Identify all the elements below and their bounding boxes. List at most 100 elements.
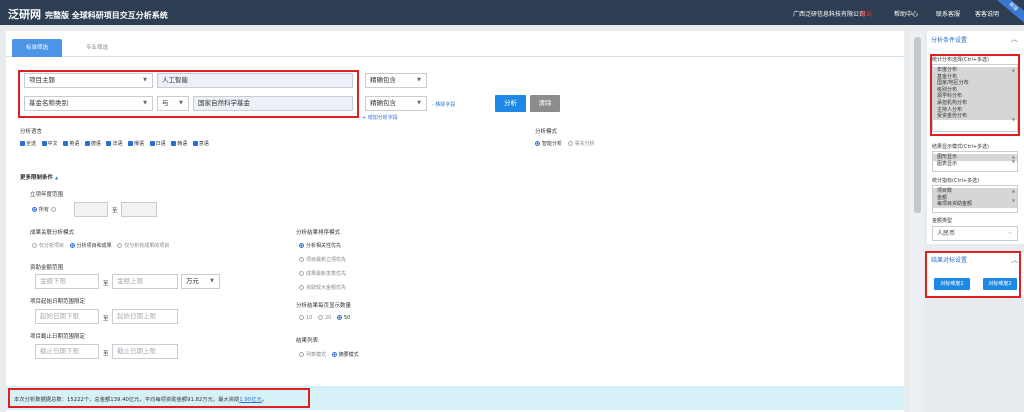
help-center-link[interactable]: 帮助中心 (894, 9, 918, 18)
funding-lower-input[interactable]: 金额下限 (35, 274, 99, 289)
year-to-input[interactable] (121, 202, 157, 217)
analysis-settings-title: 分析条件设置 (931, 37, 968, 44)
year-from-input[interactable] (74, 202, 108, 217)
end-date-lower-input[interactable]: 截止日期下限 (35, 344, 99, 359)
app-logo[interactable]: 泛研网 完整版 全球科研项目交互分析系统 (8, 6, 168, 22)
list-mode-radios: 列表模式 摘要模式 (299, 351, 363, 358)
lang-option-de[interactable]: 德语 (84, 141, 101, 147)
radio-selected-icon (331, 352, 337, 357)
result-option-with-output[interactable]: 仅分析有成果的项目 (117, 243, 169, 249)
radio-selected-icon (535, 141, 540, 146)
end-date-to-label: 至 (103, 351, 109, 357)
start-date-upper-input[interactable]: 起始日期上限 (112, 309, 178, 324)
remove-field-link[interactable]: - 移除字段 (432, 101, 455, 108)
per-page-option-50[interactable]: 50 (336, 315, 350, 321)
lang-option-all[interactable]: 全选 (20, 141, 36, 147)
mode-option-fact[interactable]: 事实分析 (567, 141, 595, 147)
radio-icon (299, 315, 304, 320)
sort-option-newest-output[interactable]: 成果最新发表优先 (299, 270, 346, 277)
filter-highlight-box (18, 70, 359, 118)
match-select-2[interactable]: 精确包含 ▼ (365, 96, 427, 111)
list-item[interactable]: 每项目资助金额 (933, 201, 1017, 208)
radio-icon (317, 315, 323, 320)
more-conditions-toggle[interactable]: 更多限制条件 ▲ (20, 173, 58, 181)
lang-option-en[interactable]: 英语 (63, 141, 79, 147)
radio-icon (299, 285, 304, 290)
list-item[interactable]: 图表显示 (933, 161, 1017, 168)
currency-select[interactable]: 人民币 ⌵ (932, 226, 1018, 241)
radio-icon (299, 271, 304, 276)
lang-option-ru[interactable]: 俄语 (128, 141, 144, 147)
radio-icon (50, 207, 56, 212)
checkbox-checked-icon (84, 141, 90, 146)
radio-icon (117, 243, 123, 248)
mode-option-smart[interactable]: 智能分析 (535, 141, 562, 147)
add-field-link[interactable]: + 增加分析字段 (362, 114, 398, 121)
checkbox-checked-icon (192, 141, 198, 146)
funding-upper-input[interactable]: 金额上限 (112, 274, 178, 289)
result-option-project-and-output[interactable]: 分析项目和成果 (69, 243, 112, 249)
brand-name: 泛研网 (8, 8, 41, 21)
max-funding-link[interactable]: 1.90亿元 (239, 397, 261, 403)
tab-professional-filter[interactable]: 专业筛选 (72, 39, 122, 57)
main-panel: 标准筛选 专业筛选 项目主题 ▼ 人工智能 精确包含 ▼ 基金名称类别 ▼ 与 ▼ 国家… (6, 31, 904, 412)
radio-icon (567, 141, 573, 146)
language-label: 分析语言 (20, 129, 43, 135)
chevron-down-icon: ▼ (417, 100, 421, 106)
tab-standard-filter[interactable]: 标准筛选 (12, 39, 62, 57)
mode-label: 分析模式 (535, 129, 558, 135)
distribution-highlight-box (930, 54, 1020, 136)
year-all-radio[interactable]: 所有 (32, 206, 58, 213)
per-page-option-10[interactable]: 10 (299, 315, 312, 321)
instructions-link[interactable]: 客客说明 (975, 9, 999, 18)
checkbox-checked-icon (149, 141, 155, 146)
customer-service-link[interactable]: 联系客服 (936, 9, 960, 18)
checkbox-checked-icon (128, 141, 134, 146)
list-mode-option-abstract[interactable]: 摘要模式 (331, 352, 359, 358)
radio-icon (299, 257, 304, 262)
list-scroll-icon[interactable]: ▲ ▼ (1012, 188, 1015, 203)
app-title: 完整版 全球科研项目交互分析系统 (45, 11, 168, 20)
chevron-up-icon[interactable]: ︿ (1011, 34, 1018, 44)
logout-link[interactable]: 退出 (860, 9, 872, 18)
lang-option-it[interactable]: 意语 (192, 141, 209, 147)
result-option-project-only[interactable]: 仅分析项目 (32, 243, 64, 249)
lang-option-ko[interactable]: 韩语 (171, 141, 187, 147)
radio-selected-icon (69, 243, 75, 248)
result-mode-radios: 仅分析项目 分析项目和成果 仅分析有成果的项目 (32, 242, 173, 249)
funding-to-label: 至 (103, 281, 109, 287)
display-mode-label: 结果显示模式(Ctrl+多选) (932, 144, 989, 150)
funding-unit-select[interactable]: 万元 ▼ (181, 274, 220, 289)
lang-option-fr[interactable]: 法语 (106, 141, 122, 147)
filter-tabs: 标准筛选 专业筛选 (6, 31, 904, 57)
metric-listbox[interactable]: 项目数 金额 每项目资助金额 ▲ ▼ (932, 185, 1018, 213)
list-mode-option-list[interactable]: 列表模式 (299, 352, 326, 358)
checkbox-checked-icon (106, 141, 112, 146)
analyze-button[interactable]: 分析 (495, 95, 526, 112)
sort-option-relevance[interactable]: 分析相关性优先 (299, 242, 341, 249)
clear-button[interactable]: 清除 (530, 95, 560, 112)
sort-option-largest-funding[interactable]: 资助较大金额优先 (299, 284, 346, 291)
per-page-option-20[interactable]: 20 (317, 315, 331, 321)
radio-icon (32, 243, 37, 248)
page-scrollbar[interactable] (911, 31, 924, 412)
year-range-label: 立项年度范围 (30, 192, 64, 198)
list-scroll-icon[interactable]: ▲ ▼ (1012, 154, 1015, 164)
checkbox-checked-icon (41, 141, 47, 146)
per-page-label: 分析结果每页显示数量 (296, 303, 352, 309)
lang-option-zh[interactable]: 中文 (41, 141, 58, 147)
list-item[interactable]: 项目数 (933, 188, 1017, 195)
display-mode-listbox[interactable]: 图形显示 图表显示 ▲ ▼ (932, 151, 1018, 172)
analysis-settings-header[interactable]: 分析条件设置 ︿ (927, 31, 1024, 46)
year-to-label: 至 (112, 208, 118, 214)
scrollbar-thumb[interactable] (914, 37, 921, 213)
match-select-1[interactable]: 精确包含 ▼ (365, 73, 427, 88)
summary-text: 本次分析数据据总数：15222个，总金额139.40亿元，平均每项资助金额91.… (14, 397, 268, 403)
end-date-upper-input[interactable]: 截止日期上限 (112, 344, 178, 359)
language-checkboxes: 全选 中文 英语 德语 法语 俄语 日语 韩语 意语 (20, 140, 213, 147)
checkbox-checked-icon (20, 141, 25, 146)
lang-option-ja[interactable]: 日语 (149, 141, 166, 147)
start-date-lower-input[interactable]: 起始日期下限 (35, 309, 99, 324)
sort-option-newest-project[interactable]: 项目最新立项优先 (299, 256, 346, 263)
list-item[interactable]: 图形显示 (933, 154, 1017, 161)
